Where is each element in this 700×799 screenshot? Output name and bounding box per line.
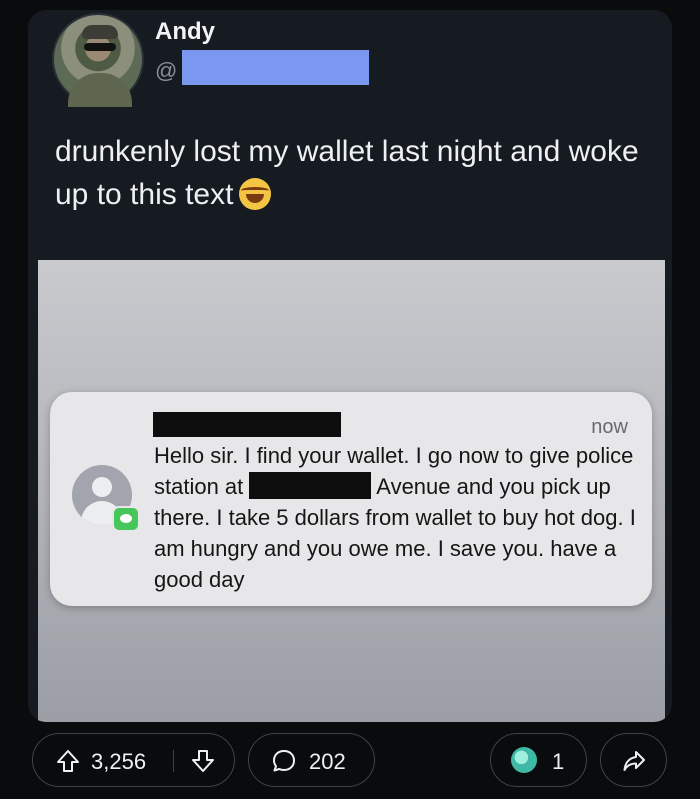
comment-icon xyxy=(271,748,297,774)
post-text-body: drunkenly lost my wallet last night and … xyxy=(55,135,639,211)
author-name[interactable]: Andy xyxy=(155,18,215,46)
notification-body: Hello sir. I find your wallet. I go now … xyxy=(154,440,654,595)
post-text: drunkenly lost my wallet last night and … xyxy=(55,130,665,216)
post-card: Andy @ drunkenly lost my wallet last nig… xyxy=(28,10,672,722)
avatar[interactable] xyxy=(52,13,144,107)
share-button[interactable] xyxy=(600,733,667,787)
handle-redaction xyxy=(182,50,369,85)
downvote-icon[interactable] xyxy=(190,748,216,774)
comment-count: 202 xyxy=(309,749,346,774)
comments-button[interactable]: 202 xyxy=(248,733,375,787)
messages-icon xyxy=(112,506,140,532)
sms-notification: now Hello sir. I find your wallet. I go … xyxy=(50,392,652,606)
vote-divider xyxy=(173,750,174,772)
upvote-count: 3,256 xyxy=(91,749,147,774)
laughing-emoji-icon xyxy=(239,178,272,210)
award-count: 1 xyxy=(552,749,565,774)
sender-redaction xyxy=(153,412,341,437)
upvote-icon[interactable] xyxy=(55,748,81,774)
author-handle-prefix: @ xyxy=(155,58,178,83)
vote-control: 3,256 xyxy=(32,733,235,787)
post-image[interactable]: now Hello sir. I find your wallet. I go … xyxy=(38,260,665,722)
address-redaction xyxy=(249,472,372,499)
share-icon xyxy=(621,748,647,774)
action-bar: 3,256 202 1 xyxy=(0,733,700,789)
award-icon xyxy=(511,747,537,773)
notification-time: now xyxy=(591,416,628,438)
award-button[interactable]: 1 xyxy=(490,733,587,787)
